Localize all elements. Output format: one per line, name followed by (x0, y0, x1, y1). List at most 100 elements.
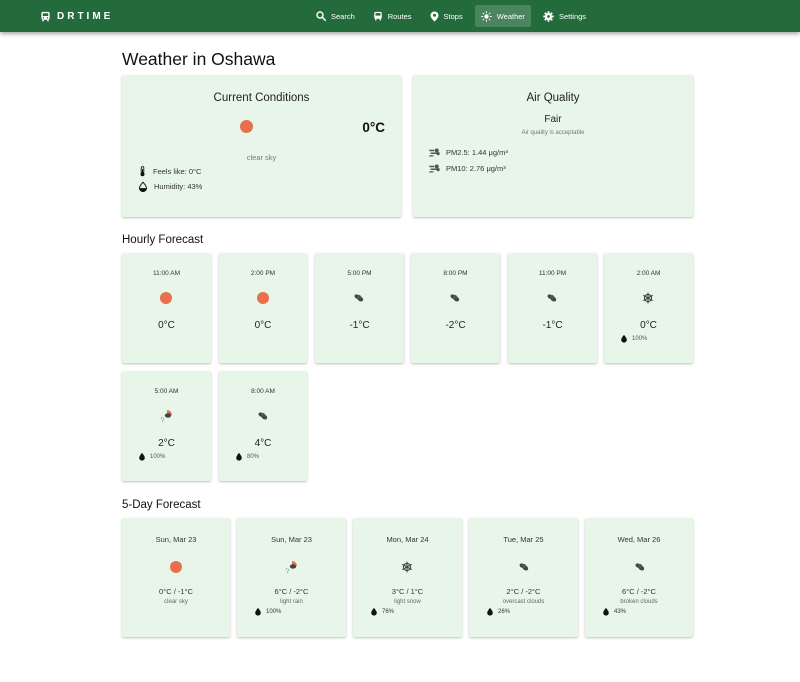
feels-like-row: Feels like: 0°C (138, 166, 201, 177)
daily-date: Sun, Mar 23 (271, 535, 312, 544)
nav-stops[interactable]: Stops (424, 5, 469, 27)
gear-icon (543, 10, 554, 22)
daily-date: Wed, Mar 26 (617, 535, 661, 544)
nav-search[interactable]: Search (310, 5, 361, 27)
daily-description: light rain (280, 599, 303, 605)
nav-search-label: Search (331, 11, 355, 21)
air-quality-message: Air quality is acceptable (521, 130, 585, 136)
raindrop-icon (138, 452, 146, 461)
pm10-row: PM10: 2.76 μg/m³ (429, 164, 506, 173)
cloud-icon (352, 291, 366, 305)
daily-description: clear sky (164, 599, 188, 605)
hourly-card: 2:00 PM 0°C (219, 253, 307, 363)
precipitation: 100% (620, 334, 647, 343)
app-brand[interactable]: DRTIME (40, 9, 113, 23)
nav-routes[interactable]: Routes (367, 5, 418, 27)
thermometer-icon (140, 166, 145, 177)
hourly-temperature: 0°C (254, 320, 272, 331)
cloud-icon (633, 560, 647, 574)
current-conditions-title: Current Conditions (213, 92, 310, 104)
hourly-card: 11:00 AM 0°C (122, 253, 211, 363)
current-description: clear sky (246, 153, 277, 162)
daily-date: Mon, Mar 24 (386, 535, 429, 544)
air-quality-title: Air Quality (526, 92, 580, 104)
clear-sky-icon (240, 120, 253, 133)
clear-sky-icon (169, 560, 183, 574)
precipitation-chance: 43% (614, 608, 627, 615)
rain-icon (159, 409, 173, 423)
hourly-time: 8:00 AM (251, 388, 275, 395)
daily-temperature-range: 3°C / 1°C (391, 587, 424, 596)
raindrop-icon (235, 452, 243, 461)
daily-date: Tue, Mar 25 (503, 535, 544, 544)
nav-weather[interactable]: Weather (474, 5, 531, 27)
precipitation-chance: 76% (382, 608, 395, 615)
daily-description: overcast clouds (502, 599, 545, 605)
daily-temperature-range: 0°C / -1°C (159, 587, 193, 596)
daily-temperature-range: 6°C / -2°C (274, 587, 309, 596)
hourly-card: 8:00 AM 4°C 80% (219, 371, 307, 481)
cloud-icon (517, 560, 531, 574)
hourly-temperature: 0°C (158, 320, 175, 331)
precipitation: 76% (370, 607, 394, 616)
main-nav: Search Routes Stops Weather Settings (310, 5, 598, 27)
current-conditions-card: Current Conditions 0°C clear sky Feels l… (122, 75, 401, 217)
pm10-text: PM10: 2.76 μg/m³ (446, 164, 506, 173)
hourly-temperature: 4°C (254, 438, 272, 449)
nav-weather-label: Weather (496, 11, 525, 21)
air-quality-level: Fair (544, 114, 562, 125)
hourly-time: 2:00 PM (250, 270, 276, 277)
daily-date: Sun, Mar 23 (155, 535, 197, 544)
pm25-text: PM2.5: 1.44 μg/m³ (446, 148, 508, 157)
hourly-temperature: -1°C (349, 320, 370, 331)
cloud-icon (545, 291, 559, 305)
raindrop-icon (620, 334, 628, 343)
bus-icon (41, 11, 50, 21)
pm25-row: PM2.5: 1.44 μg/m³ (429, 148, 508, 157)
current-temperature: 0°C (362, 120, 385, 135)
nav-stops-label: Stops (443, 11, 463, 21)
humidity-text: Humidity: 43% (154, 182, 203, 191)
precipitation-chance: 100% (632, 335, 648, 342)
daily-description: broken clouds (620, 599, 658, 605)
five-day-forecast-title: 5-Day Forecast (122, 499, 201, 511)
feels-like-text: Feels like: 0°C (153, 167, 202, 176)
daily-card: Sun, Mar 23 6°C / -2°C light rain 100% (237, 518, 346, 637)
daily-temperature-range: 2°C / -2°C (506, 587, 541, 596)
air-quality-card: Air Quality Fair Air quality is acceptab… (413, 75, 693, 217)
precipitation-chance: 100% (150, 453, 166, 460)
nav-settings-label: Settings (558, 11, 587, 21)
air-icon (429, 164, 440, 173)
nav-routes-label: Routes (387, 11, 412, 21)
hourly-temperature: -1°C (542, 320, 563, 331)
raindrop-icon (486, 607, 494, 616)
daily-description: light snow (394, 599, 421, 605)
hourly-temperature: 2°C (158, 438, 175, 449)
precipitation-chance: 26% (498, 608, 511, 615)
hourly-card: 2:00 AM 0°C 100% (604, 253, 693, 363)
hourly-card: 5:00 AM 2°C 100% (122, 371, 211, 481)
top-navigation-bar: DRTIME Search Routes Stops Weather Setti… (0, 0, 800, 32)
nav-settings[interactable]: Settings (537, 5, 592, 27)
brand-text: DRTIME (57, 10, 114, 22)
page-title: Weather in Oshawa (122, 49, 276, 69)
daily-card: Tue, Mar 25 2°C / -2°C overcast clouds 2… (469, 518, 578, 637)
clear-sky-icon (256, 291, 270, 305)
raindrop-icon (254, 607, 262, 616)
hourly-card: 11:00 PM -1°C (508, 253, 597, 363)
hourly-time: 11:00 AM (153, 270, 180, 277)
snowflake-icon (400, 560, 414, 574)
daily-card: Sun, Mar 23 0°C / -1°C clear sky (122, 518, 230, 637)
bus-icon (374, 11, 382, 21)
raindrop-icon (602, 607, 610, 616)
sun-icon (480, 10, 492, 22)
precipitation: 43% (602, 607, 626, 616)
precipitation: 100% (254, 607, 281, 616)
cloud-icon (448, 291, 462, 305)
hourly-time: 11:00 PM (538, 270, 567, 277)
precipitation-chance: 80% (247, 453, 260, 460)
cloud-icon (256, 409, 270, 423)
precipitation-chance: 100% (266, 608, 282, 615)
search-icon (316, 11, 326, 21)
daily-card: Mon, Mar 24 3°C / 1°C light snow 76% (353, 518, 462, 637)
